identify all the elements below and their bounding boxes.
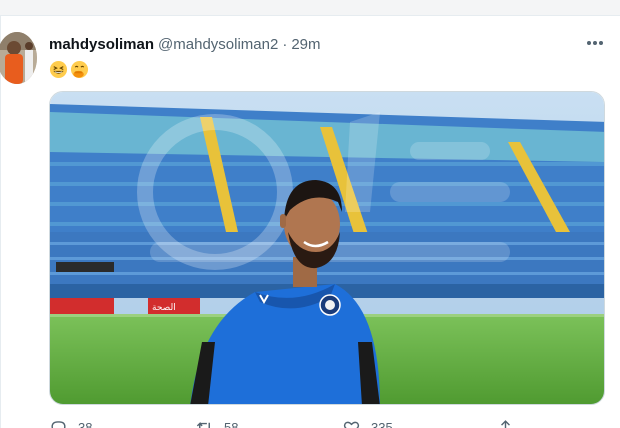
- tweet-photo[interactable]: الصحة: [49, 91, 605, 405]
- heart-icon: [343, 421, 360, 428]
- dot-separator: ·: [282, 35, 288, 53]
- retweet-icon: [196, 421, 210, 428]
- reply-count: 38: [78, 420, 93, 428]
- like-count: 335: [371, 420, 393, 428]
- retweet-button[interactable]: 58: [195, 418, 238, 428]
- share-button[interactable]: [496, 418, 515, 428]
- more-options-icon[interactable]: [583, 34, 607, 52]
- tweet-text: [49, 58, 89, 80]
- share-icon: [501, 420, 510, 428]
- like-button[interactable]: 335: [342, 418, 393, 428]
- handle[interactable]: @mahdysoliman2: [158, 36, 278, 53]
- browser-top-strip: [0, 0, 620, 16]
- reply-button[interactable]: 38: [49, 418, 92, 428]
- ad-board-text: الصحة: [152, 303, 176, 313]
- display-name[interactable]: mahdysoliman: [49, 36, 154, 53]
- tweet-card[interactable]: mahdysoliman @mahdysoliman2 · 29m الصحة …: [0, 16, 620, 428]
- retweet-count: 58: [224, 420, 239, 428]
- reply-icon: [51, 421, 66, 428]
- face-with-hand-over-mouth-icon: [70, 60, 89, 78]
- grinning-squinting-face-icon: [49, 60, 68, 78]
- timestamp[interactable]: 29m: [291, 36, 320, 53]
- tweet-header: mahdysoliman @mahdysoliman2 · 29m: [49, 34, 321, 54]
- tweet-actions: 38 58 335: [49, 416, 569, 428]
- avatar[interactable]: [0, 32, 37, 84]
